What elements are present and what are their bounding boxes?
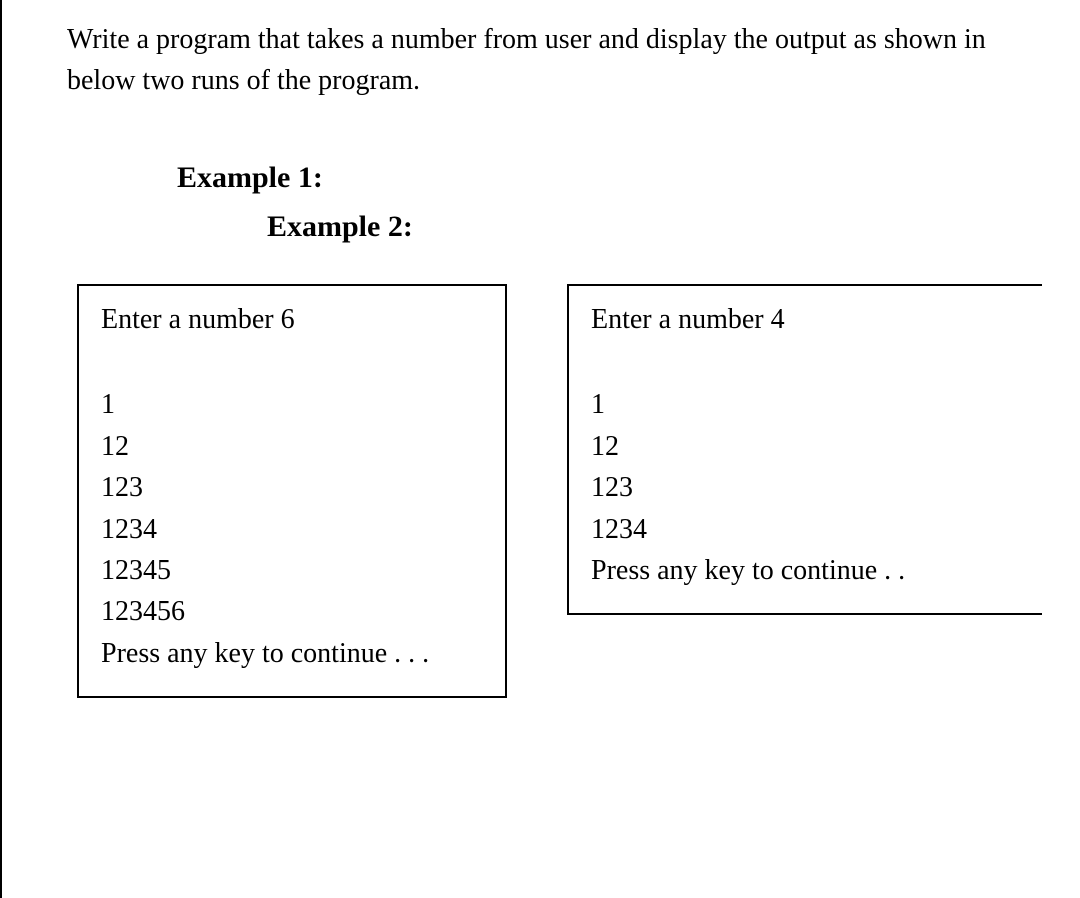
console-output-line: 123 xyxy=(591,467,1042,508)
console-output-line: 12345 xyxy=(101,550,483,591)
examples-header: Example 1: Example 2: xyxy=(2,161,1080,244)
console-output-line: 1234 xyxy=(591,509,1042,550)
console-box-example2: Enter a number 4 1 12 123 1234 Press any… xyxy=(567,284,1042,615)
example2-label: Example 2: xyxy=(2,210,1080,244)
console-output-line: 1234 xyxy=(101,509,483,550)
console-input-line: Enter a number 4 xyxy=(591,304,1042,336)
console-output-line: 123 xyxy=(101,467,483,508)
console-output-line: 1 xyxy=(591,384,1042,425)
console-input-line: Enter a number 6 xyxy=(101,304,483,336)
console-box-example1: Enter a number 6 1 12 123 1234 12345 123… xyxy=(77,284,507,698)
console-output-line: 12 xyxy=(591,426,1042,467)
console-boxes-row: Enter a number 6 1 12 123 1234 12345 123… xyxy=(2,284,1080,698)
problem-description: Write a program that takes a number from… xyxy=(2,20,1080,101)
console-press-any-key: Press any key to continue . . xyxy=(591,550,1042,591)
console-output-line: 123456 xyxy=(101,591,483,632)
console-press-any-key: Press any key to continue . . . xyxy=(101,633,483,674)
example1-label: Example 1: xyxy=(2,161,1080,195)
console-output-line: 1 xyxy=(101,384,483,425)
console-output-line: 12 xyxy=(101,426,483,467)
